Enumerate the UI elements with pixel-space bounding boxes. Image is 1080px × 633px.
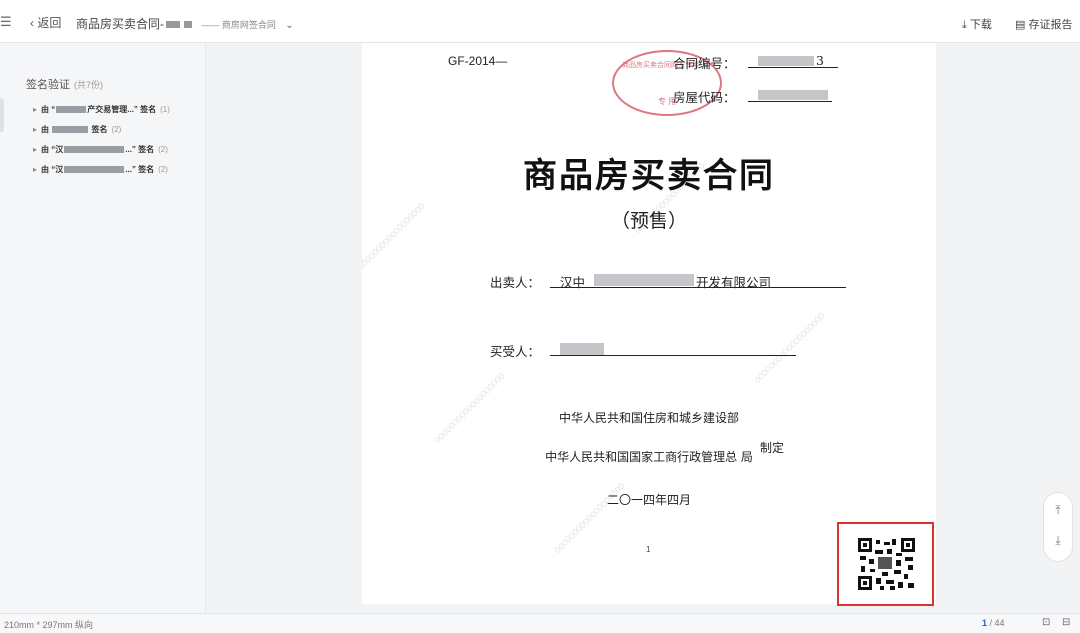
qr-code-icon [858, 538, 915, 590]
buyer-label: 买受人： [490, 344, 541, 359]
redacted-text [56, 106, 87, 114]
document-subtitle: —— 商房网签合同 [201, 20, 276, 30]
signature-verify-title: 签名验证 (共7份) [26, 76, 103, 92]
signature-verify-label: 签名验证 [26, 79, 70, 91]
seller-label: 出卖人： [490, 275, 541, 290]
signature-sidebar: 签名验证 (共7份) ▸ 由 “产交易管理...” 签名 (1) ▸ 由 签名 (2) ▸… [0, 43, 206, 613]
signature-item[interactable]: ▸ 由 “汉 ...” 签名 (2) [33, 144, 168, 155]
issuer-line: 中华人民共和国国家工商行政管理总 局 [545, 450, 753, 464]
redacted-text [184, 21, 192, 29]
issue-date: 二〇一四年四月 [606, 493, 691, 507]
chevron-down-icon[interactable]: ⌄ [285, 20, 293, 31]
scroll-bottom-icon[interactable]: ⤓ [1044, 533, 1072, 548]
caret-right-icon: ▸ [33, 165, 38, 174]
back-button[interactable]: ‹ 返回 [30, 14, 61, 31]
contract-number-value: 3 [816, 53, 824, 68]
sig-name: “汉 [51, 145, 64, 154]
watermark: 0000000000000000000 [432, 370, 507, 446]
current-page: 1 [982, 618, 988, 628]
sig-suffix: ...” 签名 [125, 165, 155, 174]
signature-item[interactable]: ▸ 由 “ 产交易管理...” 签名 (1) [33, 104, 170, 115]
caret-right-icon: ▸ [33, 125, 38, 134]
total-pages: / 44 [989, 618, 1005, 628]
underline [748, 67, 838, 68]
status-bar: 210mm * 297mm 纵向 1 / 44 ⊡ ⊟ [0, 613, 1080, 633]
top-toolbar: ☰ ‹ 返回 商品房买卖合同- —— 商房网签合同 ⌄ ⤓ 下载 ▤ 存证报告 [0, 0, 1080, 43]
seller-value: 汉中 [560, 275, 586, 290]
scroll-top-icon[interactable]: ⤒ [1044, 503, 1072, 518]
watermark: 0000000000000000000 [752, 310, 827, 386]
menu-icon[interactable]: ☰ [0, 14, 12, 30]
redacted-text [560, 343, 604, 355]
signature-item[interactable]: ▸ 由 签名 (2) [33, 124, 121, 135]
fit-page-icon[interactable]: ⊡ [1042, 617, 1050, 628]
contract-subtitle: （预售） [610, 210, 687, 232]
sig-prefix: 由 [41, 165, 50, 174]
back-label: 返回 [37, 16, 62, 30]
sig-suffix: ...” 签名 [125, 145, 155, 154]
document-icon: ▤ [1015, 19, 1029, 31]
sig-prefix: 由 [41, 125, 50, 134]
download-icon: ⤓ [962, 19, 970, 31]
redacted-text [166, 21, 180, 29]
sig-prefix: 由 [41, 105, 50, 114]
download-label: 下载 [969, 19, 992, 31]
issuer-suffix: 制定 [760, 441, 785, 455]
underline [550, 287, 846, 288]
sidebar-collapse-handle[interactable] [0, 98, 4, 132]
download-button[interactable]: ⤓ 下载 [962, 16, 992, 32]
redacted-text [758, 56, 814, 66]
standard-code: GF-2014— [448, 54, 507, 68]
document-title-text: 商品房买卖合同- [76, 17, 164, 31]
redacted-text [52, 126, 89, 134]
page-indicator[interactable]: 1 / 44 [982, 618, 1005, 628]
contract-number-label: 合同编号： [673, 56, 736, 71]
sig-name: “ [51, 105, 56, 114]
house-code-label: 房屋代码： [673, 90, 736, 105]
sig-count: (1) [160, 105, 170, 114]
scroll-tools: ⤒ ⤓ [1043, 492, 1073, 562]
document-title[interactable]: 商品房买卖合同- —— 商房网签合同 ⌄ [76, 15, 294, 32]
seller-value-suffix: 开发有限公司 [696, 275, 772, 290]
sig-count: (2) [111, 125, 122, 134]
sig-count: (2) [158, 145, 168, 154]
fit-width-icon[interactable]: ⊟ [1062, 617, 1070, 628]
redacted-text [64, 166, 125, 174]
document-page: 0000000000000000000 0000000000000000000 … [362, 43, 936, 604]
qr-code-highlight[interactable] [837, 522, 934, 606]
redacted-text [594, 274, 694, 286]
report-button[interactable]: ▤ 存证报告 [1015, 16, 1072, 32]
page-number: 1 [646, 545, 651, 554]
signature-item[interactable]: ▸ 由 “汉 ...” 签名 (2) [33, 164, 168, 175]
issuer-line: 中华人民共和国住房和城乡建设部 [558, 411, 739, 425]
paper-size: 210mm * 297mm 纵向 [4, 620, 94, 630]
contract-title: 商品房买卖合同 [523, 156, 775, 196]
report-label: 存证报告 [1028, 19, 1073, 31]
redacted-text [64, 146, 125, 154]
sig-prefix: 由 [41, 145, 50, 154]
sig-suffix: 产交易管理...” 签名 [87, 105, 157, 114]
underline [550, 355, 796, 356]
caret-right-icon: ▸ [33, 105, 38, 114]
redacted-text [758, 90, 828, 100]
signature-count: (共7份) [74, 80, 103, 90]
underline [748, 101, 832, 102]
caret-right-icon: ▸ [33, 145, 38, 154]
sig-name: “汉 [51, 165, 64, 174]
sig-suffix: 签名 [91, 125, 108, 134]
standard-code-text: GF-2014— [448, 54, 508, 68]
sig-count: (2) [158, 165, 168, 174]
